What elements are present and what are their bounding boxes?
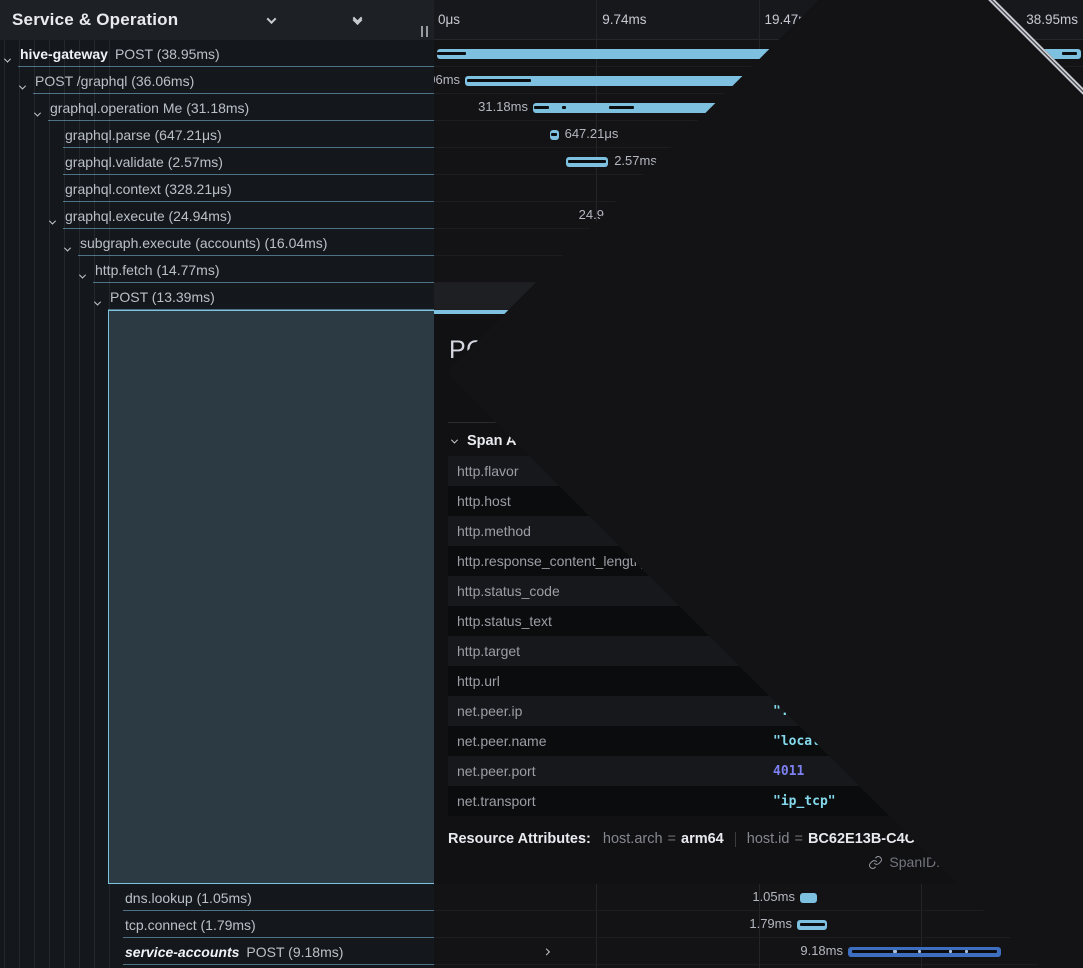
attribute-key: net.transport — [448, 793, 536, 809]
chevron-down-icon[interactable] — [5, 50, 10, 66]
span-tree-top: hive-gateway POST (38.95ms) POST /graphql … — [0, 40, 434, 310]
span-tree-bottom: dns.lookup (1.05ms) tcp.connect (1.79ms) s… — [0, 884, 434, 965]
ruler-gridline — [759, 0, 760, 39]
span-timeline-row[interactable]: 9.18ms — [434, 938, 1083, 965]
resource-key: host.id — [747, 831, 790, 847]
double-chevron-down-icon[interactable] — [349, 12, 365, 28]
equals-sign: = — [794, 831, 802, 847]
span-tree-row[interactable]: graphql.parse (647.21μs) — [0, 121, 434, 148]
operation-label: subgraph.execute (accounts) (16.04ms) — [80, 235, 327, 251]
bar-marker — [437, 52, 466, 55]
attribute-key: http.host — [448, 493, 511, 509]
bar-marker — [800, 923, 825, 926]
span-duration-bar[interactable] — [800, 893, 817, 903]
span-tree-panel: hive-gateway POST (38.95ms) POST /graphql … — [0, 0, 434, 968]
operation-label: tcp.connect (1.79ms) — [125, 917, 256, 933]
operation-label: http.fetch (14.77ms) — [95, 262, 220, 278]
double-chevron-right-icon[interactable] — [392, 12, 408, 28]
selected-span-expansion — [108, 310, 434, 884]
span-tree-row[interactable]: tcp.connect (1.79ms) — [0, 911, 434, 938]
span-tree-row[interactable]: dns.lookup (1.05ms) — [0, 884, 434, 911]
operation-label: POST /graphql (36.06ms) — [35, 73, 194, 89]
bar-marker — [467, 79, 531, 82]
operation-label: graphql.context (328.21μs) — [65, 181, 232, 197]
chevron-right-icon[interactable] — [306, 12, 322, 28]
ruler-tick: 0μs — [438, 12, 460, 27]
span-duration-label: 1.79ms — [749, 911, 792, 937]
attribute-value: 4011 — [773, 764, 804, 779]
bar-marker — [534, 106, 549, 109]
attribute-key: http.url — [448, 673, 500, 689]
panel-title: Service & Operation — [12, 10, 178, 30]
attribute-key: http.status_code — [448, 583, 560, 599]
span-tree-row[interactable]: graphql.operation Me (31.18ms) — [0, 94, 434, 121]
attribute-key: http.status_text — [448, 613, 552, 629]
span-tree-row[interactable]: POST (13.39ms) — [0, 283, 434, 310]
attribute-key: net.peer.ip — [448, 703, 522, 719]
attribute-key: http.method — [448, 523, 531, 539]
span-duration-label: 31.18ms — [478, 94, 528, 120]
tree-header-controls — [263, 0, 408, 40]
ruler-gridline — [596, 0, 597, 39]
operation-label: graphql.validate (2.57ms) — [65, 154, 223, 170]
meta-separator — [735, 832, 736, 847]
link-icon[interactable] — [868, 855, 883, 870]
chevron-down-icon[interactable] — [35, 104, 40, 120]
trace-viewer: hive-gateway POST (38.95ms) POST /graphql … — [0, 0, 1083, 968]
operation-label: dns.lookup (1.05ms) — [125, 890, 252, 906]
operation-label: POST (38.95ms) — [115, 46, 220, 62]
span-duration-label: 1.05ms — [752, 884, 795, 910]
operation-label: graphql.parse (647.21μs) — [65, 127, 222, 143]
bar-marker — [568, 160, 606, 163]
bar-speck — [949, 950, 952, 953]
ruler-tick: 9.74ms — [602, 12, 646, 27]
span-tree-row[interactable]: graphql.validate (2.57ms) — [0, 148, 434, 175]
bar-marker — [1062, 52, 1077, 55]
chevron-down-icon[interactable] — [50, 212, 55, 228]
span-tree-row[interactable]: service-accounts POST (9.18ms) — [0, 938, 434, 965]
operation-label: graphql.execute (24.94ms) — [65, 208, 232, 224]
span-tree-row[interactable]: subgraph.execute (accounts) (16.04ms) — [0, 229, 434, 256]
operation-label: graphql.operation Me (31.18ms) — [50, 100, 249, 116]
span-duration-label: 9.18ms — [800, 938, 843, 964]
chevron-down-icon[interactable] — [263, 12, 279, 28]
span-tree-row[interactable]: graphql.execute (24.94ms) — [0, 202, 434, 229]
attribute-key: net.peer.name — [448, 733, 547, 749]
bar-marker — [562, 106, 566, 109]
resource-value: arm64 — [681, 831, 724, 847]
span-duration-label: 36.06ms — [434, 67, 460, 93]
resource-attributes-title: Resource Attributes: — [448, 831, 591, 847]
tree-header: Service & Operation — [0, 0, 434, 40]
operation-label: POST (9.18ms) — [246, 944, 343, 960]
span-duration-label: 647.21μs — [565, 121, 619, 147]
row-border — [123, 964, 434, 965]
span-tree-row[interactable]: graphql.context (328.21μs) — [0, 175, 434, 202]
span-tree-row[interactable]: POST /graphql (36.06ms) — [0, 67, 434, 94]
bar-marker — [551, 133, 557, 136]
attribute-key: http.flavor — [448, 463, 518, 479]
chevron-down-icon[interactable] — [95, 293, 100, 309]
attribute-key: net.peer.port — [448, 763, 536, 779]
attribute-key: http.target — [448, 643, 520, 659]
bar-marker — [609, 106, 634, 109]
span-tree-row[interactable]: http.fetch (14.77ms) — [0, 256, 434, 283]
equals-sign: = — [668, 831, 676, 847]
service-name: service-accounts — [125, 944, 239, 960]
chevron-down-icon[interactable] — [20, 77, 25, 93]
span-timeline-row[interactable]: 1.79ms — [434, 911, 1083, 938]
resource-key: host.arch — [603, 831, 663, 847]
panel-resize-handle[interactable] — [421, 26, 428, 37]
operation-label: POST (13.39ms) — [110, 289, 215, 305]
span-tree-row[interactable]: hive-gateway POST (38.95ms) — [0, 40, 434, 67]
ruler-tick: 38.95ms — [1026, 12, 1078, 27]
bar-speck — [965, 950, 968, 953]
bar-speck — [893, 950, 896, 953]
chevron-down-icon[interactable] — [80, 266, 85, 282]
chevron-down-icon[interactable] — [65, 239, 70, 255]
attribute-value: "ip_tcp" — [773, 794, 836, 809]
bar-marker — [852, 950, 997, 953]
service-name: hive-gateway — [20, 46, 108, 62]
row-border — [108, 309, 434, 310]
chevron-down-icon — [451, 436, 458, 443]
